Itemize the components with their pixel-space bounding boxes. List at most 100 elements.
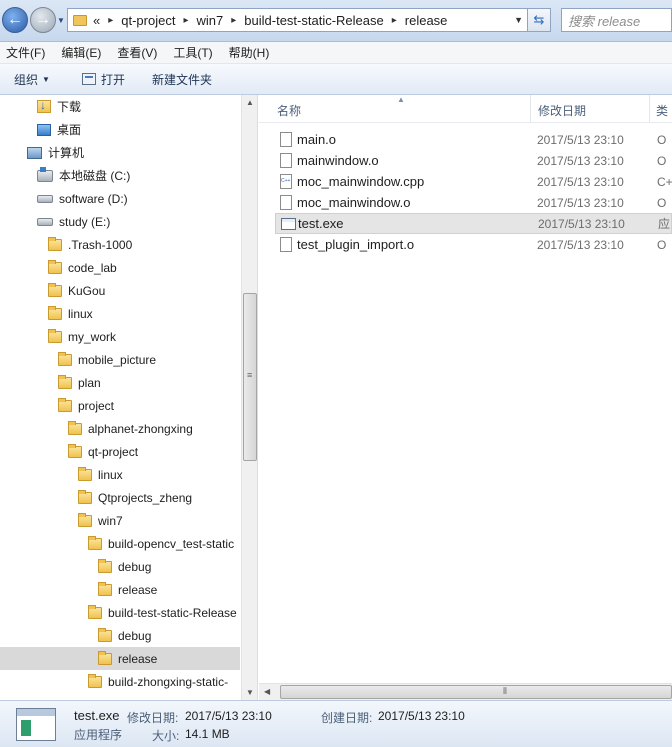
tree-item-qt-project[interactable]: qt-project xyxy=(68,440,138,463)
file-list-horizontal-scrollbar[interactable]: ◀ ⦀ xyxy=(259,683,672,700)
chevron-right-icon[interactable]: ▸ xyxy=(231,15,236,26)
navigation-pane[interactable]: 下载 桌面 计算机 本地磁盘 (C:) software (D:) study … xyxy=(0,95,258,700)
chevron-right-icon[interactable]: ▸ xyxy=(183,15,188,26)
tree-item-downloads[interactable]: 下载 xyxy=(37,95,81,118)
tree-item-label: debug xyxy=(118,559,152,574)
tree-item-computer[interactable]: 计算机 xyxy=(27,141,84,164)
tree-item-plan[interactable]: plan xyxy=(58,371,101,394)
address-bar[interactable]: « ▸ qt-project ▸ win7 ▸ build-test-stati… xyxy=(67,8,528,32)
tree-item-label: project xyxy=(78,398,115,413)
breadcrumb-qt-project[interactable]: qt-project xyxy=(121,13,175,28)
column-divider[interactable] xyxy=(530,95,531,123)
tree-item-qtprojects-zheng[interactable]: Qtprojects_zheng xyxy=(78,486,192,509)
tree-item-build-opencv-test-static[interactable]: build-opencv_test-static xyxy=(88,532,234,555)
tree-item-win7[interactable]: win7 xyxy=(78,509,123,532)
search-input[interactable]: 搜索 release xyxy=(561,8,672,32)
scroll-up-icon[interactable]: ▲ xyxy=(246,98,254,107)
column-name[interactable]: 名称 xyxy=(277,102,301,119)
tree-item-mobile-picture[interactable]: mobile_picture xyxy=(58,348,156,371)
tree-item-drive-d[interactable]: software (D:) xyxy=(37,187,128,210)
file-row[interactable]: main.o 2017/5/13 23:10 O xyxy=(275,129,672,150)
tree-item-trash-1000[interactable]: .Trash-1000 xyxy=(48,233,132,256)
organize-button[interactable]: 组织 ▼ xyxy=(14,71,50,88)
refresh-button[interactable]: ⇆ xyxy=(527,8,551,32)
menu-view[interactable]: 查看(V) xyxy=(117,44,157,61)
open-icon xyxy=(81,73,96,85)
file-row[interactable]: test_plugin_import.o 2017/5/13 23:10 O xyxy=(275,234,672,255)
tree-item-opencv-release[interactable]: release xyxy=(98,578,157,601)
file-name: test_plugin_import.o xyxy=(297,237,415,252)
folder-icon xyxy=(98,558,112,573)
scroll-left-icon[interactable]: ◀ xyxy=(264,687,270,696)
tree-item-build-zhongxing-static[interactable]: build-zhongxing-static- xyxy=(88,670,228,693)
drive-icon xyxy=(37,217,53,226)
breadcrumb-overflow[interactable]: « xyxy=(93,13,100,28)
tree-item-label: alphanet-zhongxing xyxy=(88,421,193,436)
tree-item-linux[interactable]: linux xyxy=(48,302,93,325)
tree-item-desktop[interactable]: 桌面 xyxy=(37,118,81,141)
navigation-scrollbar[interactable]: ▲ ≡ ▼ xyxy=(241,95,257,700)
desktop-icon xyxy=(37,123,51,136)
scroll-thumb[interactable]: ⦀ xyxy=(280,685,672,699)
column-divider[interactable] xyxy=(649,95,650,123)
file-row[interactable]: mainwindow.o 2017/5/13 23:10 O xyxy=(275,150,672,171)
new-folder-button[interactable]: 新建文件夹 xyxy=(152,71,212,88)
tree-item-project[interactable]: project xyxy=(58,394,114,417)
breadcrumb-release[interactable]: release xyxy=(405,13,448,28)
column-type[interactable]: 类 xyxy=(656,102,668,119)
recent-pages-dropdown[interactable]: ▼ xyxy=(57,16,65,25)
tree-item-qt-linux[interactable]: linux xyxy=(78,463,123,486)
tree-item-kugou[interactable]: KuGou xyxy=(48,279,105,302)
file-list[interactable]: ▲ 名称 修改日期 类 main.o 2017/5/13 23:10 O mai… xyxy=(259,95,672,700)
chevron-right-icon[interactable]: ▸ xyxy=(392,15,397,26)
details-modified-value: 2017/5/13 23:10 xyxy=(185,709,272,723)
tree-item-drive-c[interactable]: 本地磁盘 (C:) xyxy=(37,164,130,187)
tree-item-label: 本地磁盘 (C:) xyxy=(59,169,131,183)
open-button[interactable]: 打开 xyxy=(81,71,125,88)
tree-item-alphanet-zhongxing[interactable]: alphanet-zhongxing xyxy=(68,417,193,440)
folder-icon xyxy=(78,466,92,481)
computer-icon xyxy=(27,146,42,159)
scroll-thumb[interactable]: ≡ xyxy=(243,293,257,461)
chevron-down-icon[interactable]: ▼ xyxy=(514,15,523,25)
tree-item-label: release xyxy=(118,582,158,597)
file-row[interactable]: moc_mainwindow.o 2017/5/13 23:10 O xyxy=(275,192,672,213)
file-icon xyxy=(280,237,292,252)
file-name: moc_mainwindow.o xyxy=(297,195,411,210)
folder-icon xyxy=(58,397,72,412)
forward-button[interactable]: → xyxy=(30,7,56,33)
back-button[interactable]: ← xyxy=(2,7,28,33)
folder-icon xyxy=(73,14,87,26)
scroll-down-icon[interactable]: ▼ xyxy=(246,688,254,697)
chevron-right-icon[interactable]: ▸ xyxy=(108,15,113,26)
tree-item-test-release[interactable]: release xyxy=(0,647,240,670)
column-date[interactable]: 修改日期 xyxy=(538,102,586,119)
tree-item-build-test-static-release[interactable]: build-test-static-Release xyxy=(88,601,237,624)
menu-edit[interactable]: 编辑(E) xyxy=(61,44,101,61)
exe-file-icon xyxy=(281,217,296,230)
tree-item-label: 桌面 xyxy=(57,123,82,137)
folder-icon xyxy=(68,420,82,435)
tree-item-code-lab[interactable]: code_lab xyxy=(48,256,117,279)
file-icon xyxy=(280,153,292,168)
file-date: 2017/5/13 23:10 xyxy=(538,216,625,231)
tree-item-opencv-debug[interactable]: debug xyxy=(98,555,151,578)
tree-item-label: mobile_picture xyxy=(78,352,157,367)
folder-icon xyxy=(58,351,72,366)
file-row-selected[interactable]: test.exe 2017/5/13 23:10 应 xyxy=(275,213,672,234)
file-row[interactable]: moc_mainwindow.cpp 2017/5/13 23:10 C+ xyxy=(275,171,672,192)
tree-item-label: study (E:) xyxy=(59,214,111,229)
folder-icon xyxy=(68,443,82,458)
breadcrumb-win7[interactable]: win7 xyxy=(197,13,224,28)
tree-item-drive-e[interactable]: study (E:) xyxy=(37,210,110,233)
breadcrumb-build-test-static-release[interactable]: build-test-static-Release xyxy=(244,13,383,28)
menu-tools[interactable]: 工具(T) xyxy=(173,44,212,61)
tree-item-my-work[interactable]: my_work xyxy=(48,325,116,348)
tree-item-label: build-test-static-Release xyxy=(108,605,237,620)
menu-help[interactable]: 帮助(H) xyxy=(229,44,270,61)
arrow-right-icon: → xyxy=(35,11,51,28)
tree-item-test-debug[interactable]: debug xyxy=(98,624,151,647)
open-label: 打开 xyxy=(100,72,125,87)
menu-file[interactable]: 文件(F) xyxy=(6,44,45,61)
details-size-value: 14.1 MB xyxy=(185,727,230,741)
